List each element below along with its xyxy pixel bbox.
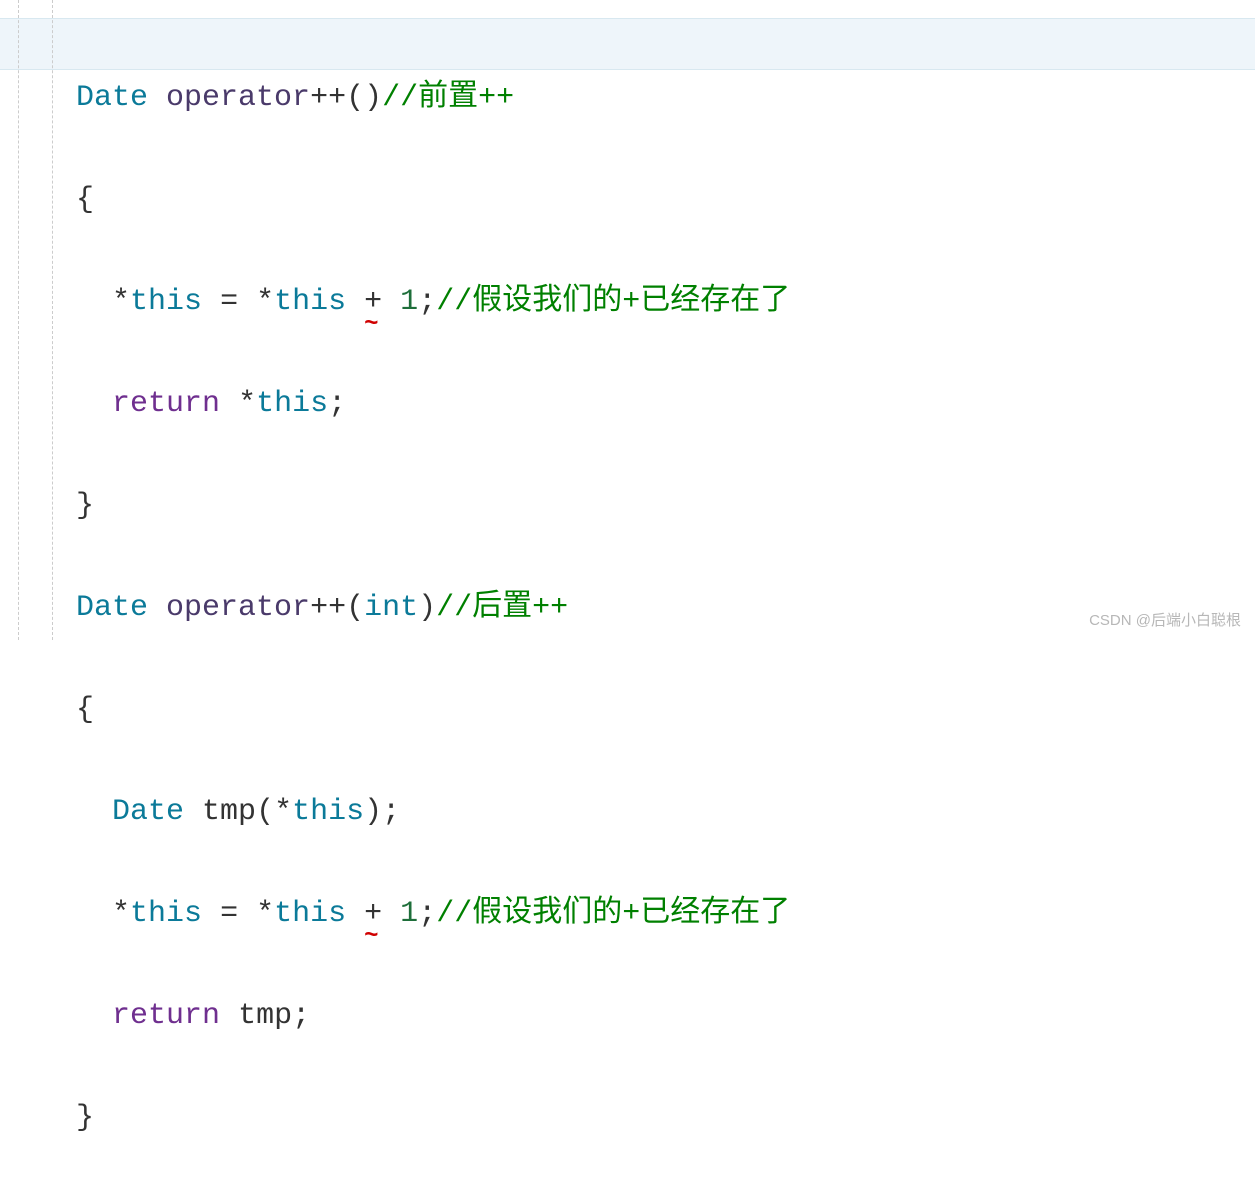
keyword-token: this	[274, 897, 346, 931]
brace-token: {	[76, 183, 94, 217]
type-token: Date	[112, 795, 184, 829]
operator-token: *	[112, 897, 130, 931]
comment-token: //假设我们的+已经存在了	[436, 897, 790, 931]
keyword-token: this	[130, 285, 202, 319]
type-token: Date	[76, 81, 148, 115]
identifier-token: tmp	[202, 795, 256, 829]
paren-token: )	[364, 81, 382, 115]
paren-token: (	[256, 795, 274, 829]
comment-token: //假设我们的+已经存在了	[436, 285, 790, 319]
operator-token: *	[274, 795, 292, 829]
code-line: *this = *this + 1;//假设我们的+已经存在了	[76, 277, 1255, 328]
semicolon-token: ;	[418, 285, 436, 319]
code-editor: Date operator++()//前置++ { *this = *this …	[0, 0, 1255, 1195]
operator-token: +	[364, 277, 382, 328]
operator-token: ++	[310, 591, 346, 625]
keyword-token: operator	[166, 591, 310, 625]
code-line: {	[76, 175, 1255, 226]
code-line: Date tmp(*this);	[76, 787, 1255, 838]
operator-token: *	[256, 897, 274, 931]
paren-token: )	[418, 591, 436, 625]
code-line: {	[76, 685, 1255, 736]
code-line: *this = *this + 1;//假设我们的+已经存在了	[76, 889, 1255, 940]
code-line: Date operator++(int)//后置++	[76, 583, 1255, 634]
operator-token: ++	[310, 81, 346, 115]
operator-token: =	[220, 897, 238, 931]
comment-token: //后置++	[436, 591, 568, 625]
number-token: 1	[400, 897, 418, 931]
semicolon-token: ;	[292, 999, 310, 1033]
brace-token: }	[76, 1101, 94, 1135]
operator-token: =	[220, 285, 238, 319]
number-token: 1	[400, 285, 418, 319]
keyword-token: this	[256, 387, 328, 421]
semicolon-token: ;	[418, 897, 436, 931]
keyword-token: this	[130, 897, 202, 931]
brace-token: }	[76, 489, 94, 523]
keyword-token: operator	[166, 81, 310, 115]
code-line: return *this;	[76, 379, 1255, 430]
watermark: CSDN @后端小白聪根	[1089, 609, 1241, 630]
keyword-token: return	[112, 387, 220, 421]
keyword-token: this	[292, 795, 364, 829]
identifier-token: tmp	[238, 999, 292, 1033]
semicolon-token: ;	[328, 387, 346, 421]
code-line: }	[76, 1093, 1255, 1144]
keyword-token: this	[274, 285, 346, 319]
operator-token: *	[112, 285, 130, 319]
code-line: return tmp;	[76, 991, 1255, 1042]
paren-token: (	[346, 591, 364, 625]
operator-token: *	[256, 285, 274, 319]
code-line: Date operator++()//前置++	[76, 73, 1255, 124]
operator-token: *	[238, 387, 256, 421]
type-token: Date	[76, 591, 148, 625]
semicolon-token: ;	[382, 795, 400, 829]
paren-token: )	[364, 795, 382, 829]
operator-token: +	[364, 889, 382, 940]
type-token: int	[364, 591, 418, 625]
paren-token: (	[346, 81, 364, 115]
code-line: }	[76, 481, 1255, 532]
brace-token: {	[76, 693, 94, 727]
keyword-token: return	[112, 999, 220, 1033]
comment-token: //前置++	[382, 81, 514, 115]
